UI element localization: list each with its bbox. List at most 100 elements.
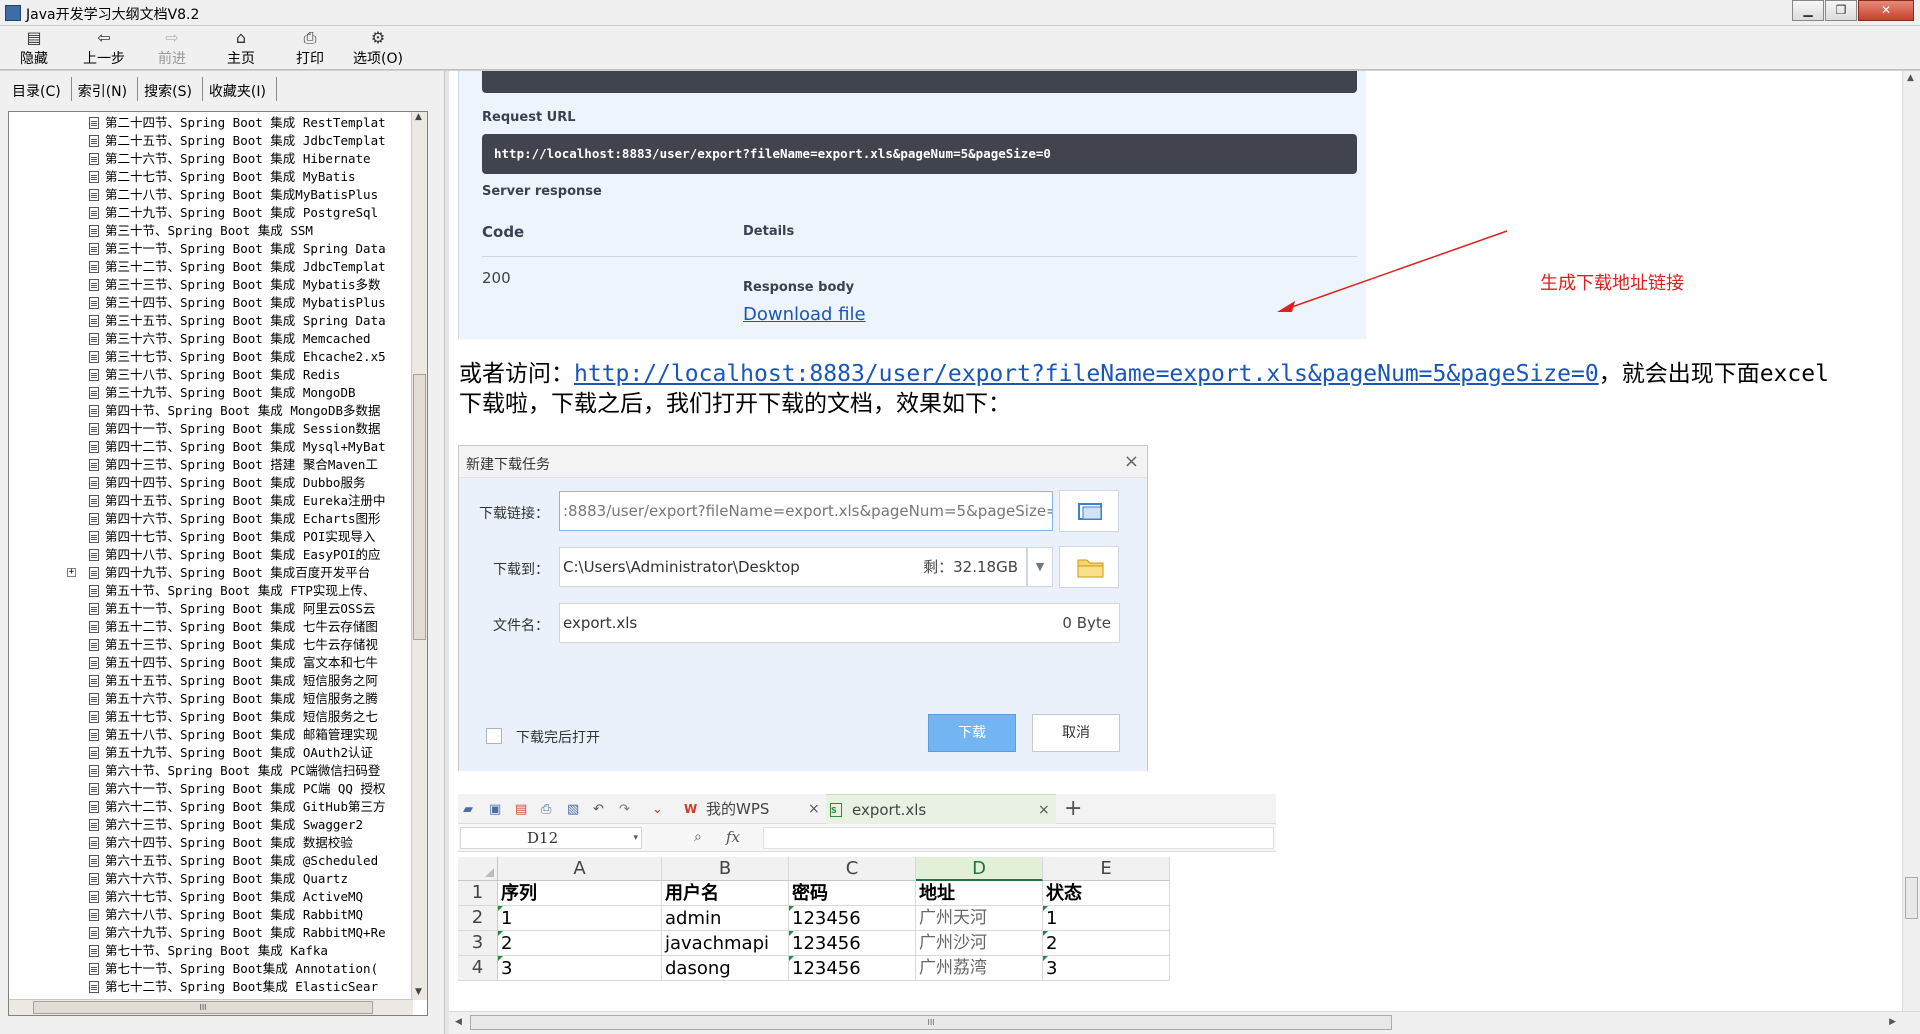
sheet-cell[interactable]: 1 (498, 906, 662, 931)
column-header[interactable]: B (662, 857, 789, 881)
content-hscroll-thumb[interactable]: III (470, 1015, 1392, 1030)
undo-icon[interactable]: ↶ (593, 802, 604, 817)
tree-hscroll-thumb[interactable]: III (33, 1001, 373, 1014)
download-button[interactable]: 下载 (928, 714, 1016, 752)
download-link-field[interactable]: :8883/user/export?fileName=export.xls&pa… (559, 491, 1053, 531)
tree-item[interactable]: 第二十八节、Spring Boot 集成MyBatisPlus (9, 186, 413, 204)
tree-item[interactable]: 第五十三节、Spring Boot 集成 七牛云存储视 (9, 636, 413, 654)
tree-item[interactable]: 第六十五节、Spring Boot 集成 @Scheduled (9, 852, 413, 870)
tree-item[interactable]: 第六十三节、Spring Boot 集成 Swagger2 (9, 816, 413, 834)
tab-close-icon[interactable]: × (1038, 795, 1050, 825)
tab-contents[interactable]: 目录(C) (6, 77, 72, 101)
tree-item[interactable]: 第三十节、Spring Boot 集成 SSM (9, 222, 413, 240)
tree-item[interactable]: 第三十二节、Spring Boot 集成 JdbcTemplat (9, 258, 413, 276)
tree-item[interactable]: 第三十一节、Spring Boot 集成 Spring Data (9, 240, 413, 258)
scroll-down-icon[interactable]: ▼ (415, 987, 425, 997)
row-header[interactable]: 2 (458, 906, 498, 931)
sheet-cell[interactable]: dasong (662, 956, 789, 981)
select-all-corner[interactable] (458, 857, 498, 881)
tree-item[interactable]: 第六十一节、Spring Boot 集成 PC端 QQ 授权 (9, 780, 413, 798)
tree-item[interactable]: 第三十八节、Spring Boot 集成 Redis (9, 366, 413, 384)
minimize-button[interactable]: ▁ (1792, 0, 1824, 21)
sheet-cell[interactable]: javachmapi (662, 931, 789, 956)
tree-item[interactable]: 第二十九节、Spring Boot 集成 PostgreSql (9, 204, 413, 222)
tree-item[interactable]: 第四十二节、Spring Boot 集成 Mysql+MyBat (9, 438, 413, 456)
sheet-cell[interactable]: 状态 (1043, 881, 1170, 906)
tree-item[interactable]: 第四十七节、Spring Boot 集成 POI实现导入 (9, 528, 413, 546)
sheet-cell[interactable]: 1 (1043, 906, 1170, 931)
tree-item[interactable]: 第二十五节、Spring Boot 集成 JdbcTemplat (9, 132, 413, 150)
tree-item[interactable]: 第四十四节、Spring Boot 集成 Dubbo服务 (9, 474, 413, 492)
options-button[interactable]: ⚙ 选项(O) (348, 28, 408, 68)
tree-vertical-scrollbar[interactable]: ▲ ▼ (411, 112, 427, 1000)
expand-plus-icon[interactable]: + (67, 568, 76, 577)
tree-item[interactable]: 第四十五节、Spring Boot 集成 Eureka注册中 (9, 492, 413, 510)
forward-button[interactable]: ⇨ 前进 (142, 28, 202, 68)
tab-my-wps[interactable]: W 我的WPS × (680, 794, 825, 824)
tree-item[interactable]: 第四十节、Spring Boot 集成 MongoDB多数据 (9, 402, 413, 420)
tab-export-xls[interactable]: S export.xls × (826, 794, 1056, 824)
tree-item[interactable]: 第三十三节、Spring Boot 集成 Mybatis多数 (9, 276, 413, 294)
tree-item[interactable]: 第二十六节、Spring Boot 集成 Hibernate (9, 150, 413, 168)
save-path-field[interactable]: C:\Users\Administrator\Desktop 剩：32.18GB (559, 547, 1027, 587)
tree-item[interactable]: 第六十二节、Spring Boot 集成 GitHub第三方 (9, 798, 413, 816)
tab-search[interactable]: 搜索(S) (138, 77, 203, 101)
tab-close-icon[interactable]: × (808, 794, 820, 824)
tree-item[interactable]: 第五十五节、Spring Boot 集成 短信服务之阿 (9, 672, 413, 690)
formula-input[interactable] (763, 827, 1274, 849)
tree-item[interactable]: 第四十六节、Spring Boot 集成 Echarts图形 (9, 510, 413, 528)
tree-item[interactable]: 第三十五节、Spring Boot 集成 Spring Data (9, 312, 413, 330)
sheet-cell[interactable]: 2 (1043, 931, 1170, 956)
export-url-link[interactable]: http://localhost:8883/user/export?fileNa… (574, 361, 1599, 387)
tree-item[interactable]: 第五十七节、Spring Boot 集成 短信服务之七 (9, 708, 413, 726)
tree-item[interactable]: 第四十一节、Spring Boot 集成 Session数据 (9, 420, 413, 438)
tree-item[interactable]: + 第四十九节、Spring Boot 集成百度开发平台 (9, 564, 413, 582)
column-header[interactable]: A (498, 857, 662, 881)
tree-item[interactable]: 第六十七节、Spring Boot 集成 ActiveMQ (9, 888, 413, 906)
tree-item[interactable]: 第三十四节、Spring Boot 集成 MybatisPlus (9, 294, 413, 312)
column-header[interactable]: C (789, 857, 916, 881)
tab-favorites[interactable]: 收藏夹(I) (203, 77, 277, 101)
sheet-cell[interactable]: 用户名 (662, 881, 789, 906)
tree-item[interactable]: 第七十一节、Spring Boot集成 Annotation( (9, 960, 413, 978)
tree-item[interactable]: 第三十九节、Spring Boot 集成 MongoDB (9, 384, 413, 402)
content-horizontal-scrollbar[interactable]: ◀ III ▶ (449, 1011, 1920, 1034)
tree-item[interactable]: 第六十八节、Spring Boot 集成 RabbitMQ (9, 906, 413, 924)
tree-item[interactable]: 第五十六节、Spring Boot 集成 短信服务之腾 (9, 690, 413, 708)
scroll-up-icon[interactable]: ▲ (415, 112, 425, 122)
content-vertical-scrollbar[interactable]: ▲ (1902, 71, 1920, 1011)
download-file-link[interactable]: Download file (743, 304, 866, 325)
column-header[interactable]: E (1043, 857, 1170, 881)
print-icon[interactable]: ⎙ (541, 802, 551, 817)
tree-horizontal-scrollbar[interactable]: III (9, 999, 413, 1015)
scroll-right-icon[interactable]: ▶ (1889, 1017, 1896, 1027)
tree-item[interactable]: 第六十四节、Spring Boot 集成 数据校验 (9, 834, 413, 852)
content-scroll-thumb[interactable] (1905, 877, 1918, 919)
tree-scroll-thumb[interactable] (413, 374, 426, 640)
sheet-cell[interactable]: 123456 (789, 931, 916, 956)
tree-item[interactable]: 第七十二节、Spring Boot集成 ElasticSear (9, 978, 413, 996)
row-header[interactable]: 4 (458, 956, 498, 981)
close-button[interactable]: ✕ (1858, 0, 1914, 21)
tree-item[interactable]: 第五十九节、Spring Boot 集成 OAuth2认证 (9, 744, 413, 762)
tree-item[interactable]: 第三十六节、Spring Boot 集成 Memcached (9, 330, 413, 348)
tree-item[interactable]: 第六十六节、Spring Boot 集成 Quartz (9, 870, 413, 888)
customize-toolbar-icon[interactable]: ⌄ (652, 802, 663, 817)
zoom-search-icon[interactable]: ⌕ (694, 829, 702, 845)
scroll-left-icon[interactable]: ◀ (455, 1017, 462, 1027)
export-pdf-icon[interactable]: ▤ (515, 802, 527, 817)
sheet-cell[interactable]: admin (662, 906, 789, 931)
tree-item[interactable]: 第四十三节、Spring Boot 搭建 聚合Maven工 (9, 456, 413, 474)
tree-item[interactable]: 第四十八节、Spring Boot 集成 EasyPOI的应 (9, 546, 413, 564)
sheet-cell[interactable]: 123456 (789, 906, 916, 931)
save-path-dropdown[interactable]: ▼ (1027, 547, 1053, 587)
hide-button[interactable]: ▤ 隐藏 (4, 28, 64, 68)
scroll-up-icon[interactable]: ▲ (1907, 73, 1914, 83)
tree-item[interactable]: 第七十节、Spring Boot 集成 Kafka (9, 942, 413, 960)
preview-icon[interactable]: ▧ (567, 802, 579, 817)
cancel-button[interactable]: 取消 (1032, 714, 1120, 752)
copy-link-button[interactable] (1059, 490, 1119, 532)
tree-item[interactable]: 第六十节、Spring Boot 集成 PC端微信扫码登 (9, 762, 413, 780)
sheet-cell[interactable]: 123456 (789, 956, 916, 981)
sheet-cell[interactable]: 3 (1043, 956, 1170, 981)
